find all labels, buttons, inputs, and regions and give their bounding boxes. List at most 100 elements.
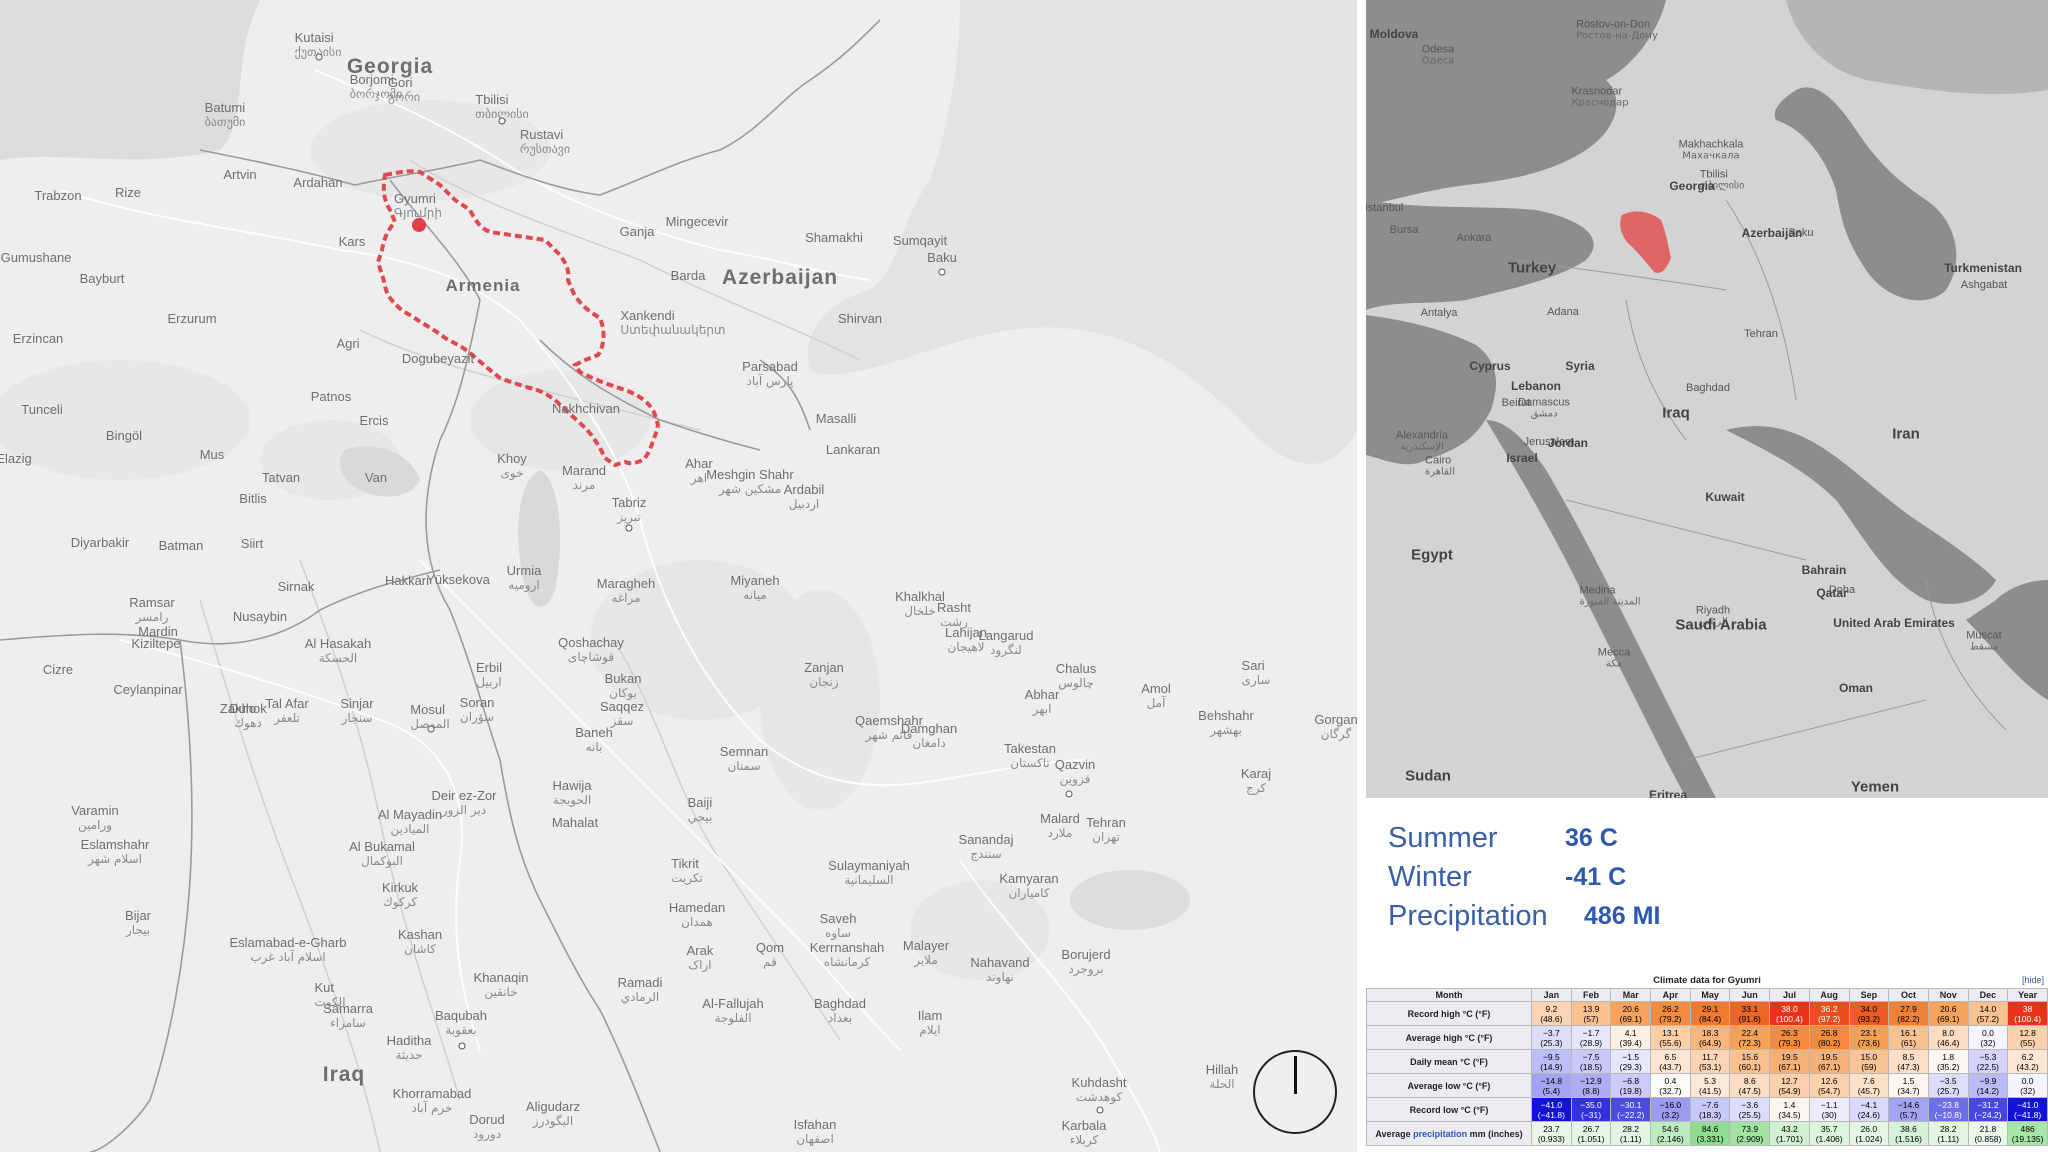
- inset-label[interactable]: Muscat مسقط: [1966, 630, 2001, 653]
- city-label[interactable]: Khoy خوی: [497, 452, 527, 481]
- inset-label[interactable]: Israel: [1506, 451, 1537, 465]
- hide-link[interactable]: [hide]: [2022, 975, 2044, 985]
- city-label[interactable]: Bijar بیجار: [125, 909, 151, 938]
- city-label[interactable]: Malard ملارد: [1040, 812, 1080, 841]
- inset-label[interactable]: Damascus دمشق: [1518, 397, 1570, 420]
- inset-label[interactable]: Odesa Одеса: [1422, 44, 1455, 67]
- city-label[interactable]: Kashan کاشان: [398, 928, 442, 957]
- city-label[interactable]: Parsabad پارس آباد: [742, 360, 798, 389]
- city-label[interactable]: Batumi ბათუმი: [205, 101, 246, 130]
- city-label[interactable]: Gorgan گرگان: [1314, 713, 1357, 742]
- city-label[interactable]: Urmia ارومیه: [507, 564, 542, 593]
- city-label[interactable]: Tehran تهران: [1086, 816, 1126, 845]
- city-label[interactable]: Eslamshahr اسلام شهر: [81, 838, 150, 867]
- city-label[interactable]: Karaj کرج: [1241, 767, 1271, 796]
- city-label[interactable]: Batman: [159, 539, 204, 553]
- inset-label[interactable]: Lebanon: [1511, 379, 1561, 393]
- city-label[interactable]: Cizre: [43, 663, 73, 677]
- city-label[interactable]: Agri: [336, 337, 359, 351]
- city-label[interactable]: Sari ساری: [1242, 659, 1271, 688]
- inset-label[interactable]: Rostov-on-Don Ростов-на-Дону: [1576, 19, 1658, 42]
- city-label[interactable]: Meshgin Shahr مشکین شهر: [706, 468, 793, 497]
- city-label[interactable]: Behshahr بهشهر: [1198, 709, 1254, 738]
- city-label[interactable]: Al-Fallujah الفلوجة: [702, 997, 763, 1026]
- inset-label[interactable]: Jordan: [1548, 436, 1588, 450]
- city-label[interactable]: Baqubah بعقوبة: [435, 1009, 487, 1038]
- city-label[interactable]: Baghdad بغداد: [814, 997, 866, 1026]
- city-label[interactable]: Khorramabad خرم آباد: [393, 1087, 472, 1116]
- city-label[interactable]: Zakho: [220, 702, 256, 716]
- inset-label[interactable]: Oman: [1839, 681, 1873, 695]
- city-label[interactable]: Semnan سمنان: [720, 745, 768, 774]
- city-label[interactable]: Dogubeyazit: [402, 352, 474, 366]
- city-label[interactable]: Qoshachay قوشاچای: [558, 636, 624, 665]
- city-label[interactable]: Soran سۆران: [460, 696, 495, 725]
- inset-label[interactable]: United Arab Emirates: [1833, 616, 1955, 630]
- inset-label[interactable]: Tehran: [1744, 328, 1778, 340]
- inset-label[interactable]: Sudan: [1405, 768, 1451, 785]
- city-label[interactable]: Sirnak: [278, 580, 315, 594]
- city-label[interactable]: Khanaqin خانقين: [474, 971, 529, 1000]
- city-label[interactable]: Siirt: [241, 537, 263, 551]
- inset-label[interactable]: Yemen: [1851, 779, 1899, 796]
- inset-map[interactable]: Moldova Odesa Одеса Rostov-on-Don Ростов-на-…: [1366, 0, 2048, 798]
- inset-label[interactable]: Eritrea: [1649, 788, 1687, 798]
- city-label[interactable]: Hawija الحويجة: [552, 779, 591, 808]
- city-label[interactable]: Sulaymaniyah السليمانية: [828, 859, 910, 888]
- city-label[interactable]: Hamedan همدان: [669, 901, 725, 930]
- city-label[interactable]: Al Bukamal البوكمال: [349, 840, 415, 869]
- city-label[interactable]: Varamin ورامین: [71, 804, 118, 833]
- city-label[interactable]: Kut الكوت: [314, 981, 345, 1010]
- city-label[interactable]: Malayer ملایر: [903, 939, 949, 968]
- city-label[interactable]: Ramadi الرمادي: [618, 976, 663, 1005]
- city-label[interactable]: Aligudarz الیگودرز: [526, 1100, 580, 1129]
- city-label[interactable]: Saveh ساوه: [820, 912, 857, 941]
- city-label[interactable]: Dorud دورود: [469, 1113, 504, 1142]
- city-label[interactable]: Diyarbakir: [71, 536, 130, 550]
- inset-label[interactable]: Bursa: [1390, 224, 1419, 236]
- city-label[interactable]: Lankaran: [826, 443, 880, 457]
- city-label[interactable]: Damghan دامغان: [901, 722, 957, 751]
- city-label[interactable]: Bitlis: [239, 492, 266, 506]
- city-label[interactable]: Tabriz تبریز: [612, 496, 647, 525]
- city-label[interactable]: Shirvan: [838, 312, 882, 326]
- city-label[interactable]: Ercis: [360, 414, 389, 428]
- gyumri-marker[interactable]: [412, 218, 426, 232]
- city-label[interactable]: Sanandaj سنندج: [959, 833, 1014, 862]
- city-label[interactable]: Ardahan: [293, 176, 342, 190]
- city-label[interactable]: Yüksekova: [426, 573, 490, 587]
- inset-label[interactable]: Makhachkala Махачкала: [1679, 139, 1744, 162]
- city-label[interactable]: Ganja: [620, 225, 655, 239]
- city-label[interactable]: Maragheh مراغه: [597, 577, 656, 606]
- city-label[interactable]: Karbala كربلاء: [1062, 1119, 1107, 1148]
- inset-label[interactable]: Egypt: [1411, 547, 1453, 564]
- city-label[interactable]: Hillah الحلة: [1206, 1063, 1239, 1092]
- city-label[interactable]: Trabzon: [34, 189, 81, 203]
- main-map[interactable]: Georgia Armenia Azerbaijan Iraq Kutaisi ქ…: [0, 0, 1357, 1152]
- city-label[interactable]: Elazig: [0, 452, 32, 466]
- city-label[interactable]: Gumushane: [1, 251, 72, 265]
- city-label[interactable]: Tatvan: [262, 471, 300, 485]
- city-label[interactable]: Langarud لنگرود: [979, 629, 1034, 658]
- city-label[interactable]: Arak اراک: [687, 944, 714, 973]
- city-label[interactable]: Nahavand نهاوند: [970, 956, 1029, 985]
- city-label[interactable]: Kars: [339, 235, 366, 249]
- inset-label[interactable]: Mecca مكة: [1598, 647, 1630, 670]
- city-label[interactable]: Erzincan: [13, 332, 64, 346]
- city-label[interactable]: Amol آمل: [1141, 682, 1171, 711]
- city-label[interactable]: Takestan تاکستان: [1004, 742, 1056, 771]
- inset-label[interactable]: Baku: [1788, 227, 1813, 239]
- inset-label[interactable]: Medina المدينة المنورة: [1579, 585, 1640, 608]
- inset-label[interactable]: Turkey: [1508, 260, 1556, 277]
- city-label[interactable]: Rize: [115, 186, 141, 200]
- city-label[interactable]: Tunceli: [21, 403, 62, 417]
- city-label[interactable]: Kamyaran کامیاران: [999, 872, 1058, 901]
- city-label[interactable]: Bayburt: [80, 272, 125, 286]
- inset-label[interactable]: Adana: [1547, 306, 1579, 318]
- city-label[interactable]: Barda: [671, 269, 706, 283]
- city-label[interactable]: Ilam ایلام: [918, 1009, 943, 1038]
- city-label[interactable]: Qazvin قزوین: [1055, 758, 1095, 787]
- inset-label[interactable]: Ankara: [1457, 232, 1492, 244]
- city-label[interactable]: Shamakhi: [805, 231, 863, 245]
- inset-label[interactable]: Doha: [1829, 584, 1855, 596]
